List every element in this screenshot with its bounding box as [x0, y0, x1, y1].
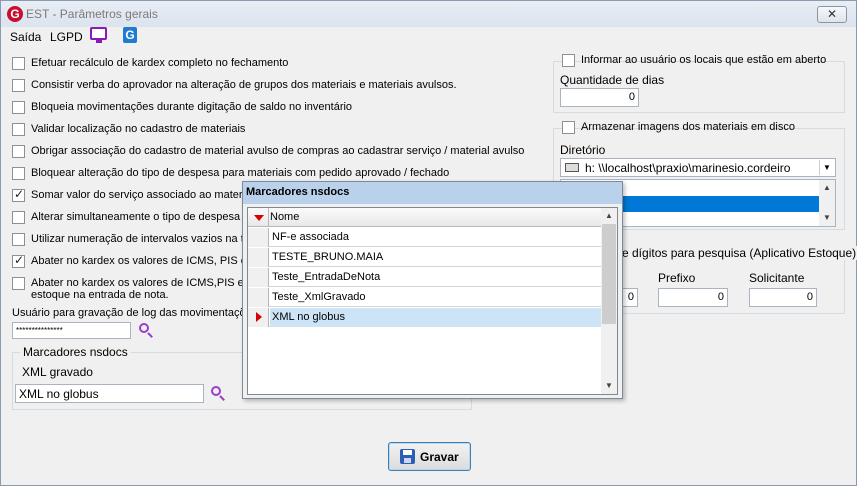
- menu-bar: Saída LGPD G: [1, 27, 856, 47]
- listbox-scrollbar[interactable]: ▲ ▼: [819, 180, 835, 226]
- scroll-thumb[interactable]: [602, 224, 616, 324]
- checkbox[interactable]: [12, 187, 25, 202]
- quantidade-dias-input[interactable]: 0: [560, 88, 639, 107]
- check-label: Utilizar numeração de intervalos vazios …: [31, 233, 248, 245]
- menu-lgpd[interactable]: LGPD: [50, 30, 83, 44]
- column-nome[interactable]: Nome: [270, 211, 299, 223]
- title-bar: G EST - Parâmetros gerais ✕: [1, 1, 856, 27]
- row-indicator[interactable]: [248, 268, 269, 287]
- checkbox[interactable]: [562, 121, 575, 134]
- check-label: Bloqueia movimentações durante digitação…: [31, 101, 353, 113]
- row-indicator[interactable]: [248, 228, 269, 247]
- grid-row[interactable]: Teste_XmlGravado: [248, 288, 601, 307]
- checkbox[interactable]: [12, 233, 25, 246]
- row-nome[interactable]: TESTE_BRUNO.MAIA: [270, 248, 385, 267]
- search-icon[interactable]: [210, 385, 226, 401]
- check-label: Abater no kardex os valores de ICMS,PIS …: [31, 277, 244, 289]
- prefixo-label: Prefixo: [658, 271, 696, 285]
- popup-title: Marcadores nsdocs: [243, 182, 622, 204]
- scroll-up-icon[interactable]: ▲: [601, 208, 617, 224]
- grid-row[interactable]: Teste_EntradaDeNota: [248, 268, 601, 287]
- check-label: Abater no kardex os valores de ICMS, PIS…: [31, 255, 247, 267]
- checkbox[interactable]: [12, 167, 25, 180]
- grid-scrollbar[interactable]: ▲ ▼: [601, 208, 617, 394]
- floppy-disk-icon: [400, 449, 415, 464]
- monitor-icon[interactable]: [90, 27, 107, 43]
- diretorio-value: h: \\localhost\praxio\marinesio.cordeiro: [585, 161, 791, 175]
- window-title: EST - Parâmetros gerais: [26, 7, 158, 21]
- check-informar-locais[interactable]: Informar ao usuário os locais que estão …: [562, 54, 826, 68]
- log-user-input[interactable]: ***************: [12, 322, 131, 339]
- parametros-gerais-window: G EST - Parâmetros gerais ✕ Saída LGPD G…: [0, 0, 857, 486]
- check-label: Consistir verba do aprovador na alteraçã…: [31, 79, 457, 91]
- grid-header: Nome: [248, 208, 601, 227]
- diretorio-combo[interactable]: h: \\localhost\praxio\marinesio.cordeiro…: [560, 158, 836, 177]
- app-logo-icon: G: [7, 6, 23, 22]
- diretorio-label: Diretório: [560, 143, 606, 157]
- grid-row[interactable]: NF-e associada: [248, 228, 601, 247]
- row-indicator[interactable]: [248, 288, 269, 307]
- row-nome[interactable]: Teste_XmlGravado: [270, 288, 368, 307]
- quantidade-dias-label: Quantidade de dias: [560, 73, 665, 87]
- scroll-up-icon[interactable]: ▲: [819, 180, 835, 196]
- check-armazenar-imagens[interactable]: Armazenar imagens dos materiais em disco: [562, 121, 795, 135]
- current-row-icon[interactable]: [248, 308, 269, 327]
- scroll-down-icon[interactable]: ▼: [601, 378, 617, 394]
- checkbox[interactable]: [12, 277, 25, 290]
- check-label: Bloquear alteração do tipo de despesa pa…: [31, 167, 450, 179]
- search-icon[interactable]: [138, 322, 154, 338]
- checkbox[interactable]: [12, 79, 25, 92]
- solicitante-label: Solicitante: [749, 271, 805, 285]
- gravar-button[interactable]: Gravar: [388, 442, 471, 471]
- chevron-down-icon[interactable]: ▼: [819, 160, 834, 175]
- check-label-line2: estoque na entrada de nota.: [31, 289, 169, 301]
- grid-row-selected[interactable]: XML no globus: [248, 308, 601, 327]
- marcadores-legend: Marcadores nsdocs: [20, 345, 131, 359]
- drive-icon: [565, 163, 579, 172]
- xml-gravado-input[interactable]: XML no globus: [15, 384, 204, 403]
- checkbox[interactable]: [12, 57, 25, 70]
- row-indicator[interactable]: [248, 248, 269, 267]
- xml-gravado-label: XML gravado: [22, 365, 93, 379]
- scroll-down-icon[interactable]: ▼: [819, 210, 835, 226]
- checkbox[interactable]: [12, 253, 25, 268]
- check-label: Somar valor do serviço associado ao mate…: [31, 189, 252, 201]
- check-label: Efetuar recálculo de kardex completo no …: [31, 57, 289, 69]
- check-label: Alterar simultaneamente o tipo de despes…: [31, 211, 250, 223]
- solicitante-input[interactable]: 0: [749, 288, 817, 307]
- log-user-label: Usuário para gravação de log das movimen…: [12, 307, 246, 319]
- close-button[interactable]: ✕: [817, 6, 847, 23]
- checkbox[interactable]: [12, 145, 25, 158]
- g-app-icon[interactable]: G: [123, 27, 137, 43]
- checkbox[interactable]: [12, 123, 25, 136]
- check-label: Validar localização no cadastro de mater…: [31, 123, 246, 135]
- sort-indicator-icon[interactable]: [248, 208, 269, 227]
- checkbox[interactable]: [12, 101, 25, 114]
- marcadores-popup: Marcadores nsdocs Nome NF-e associada TE…: [242, 181, 623, 399]
- check-label: Obrigar associação do cadastro de materi…: [31, 145, 525, 157]
- prefixo-input[interactable]: 0: [658, 288, 728, 307]
- checkbox[interactable]: [12, 211, 25, 224]
- row-nome[interactable]: XML no globus: [270, 308, 601, 327]
- row-nome[interactable]: NF-e associada: [270, 228, 351, 247]
- menu-saida[interactable]: Saída: [10, 30, 41, 44]
- digitos-legend: e dígitos para pesquisa (Aplicativo Esto…: [619, 246, 857, 260]
- gravar-label: Gravar: [420, 450, 459, 464]
- marcadores-grid[interactable]: Nome NF-e associada TESTE_BRUNO.MAIA Tes…: [247, 207, 618, 395]
- grid-row[interactable]: TESTE_BRUNO.MAIA: [248, 248, 601, 267]
- check-label: Armazenar imagens dos materiais em disco: [581, 121, 795, 133]
- checkbox[interactable]: [562, 54, 575, 67]
- row-nome[interactable]: Teste_EntradaDeNota: [270, 268, 382, 287]
- check-label: Informar ao usuário os locais que estão …: [581, 54, 827, 66]
